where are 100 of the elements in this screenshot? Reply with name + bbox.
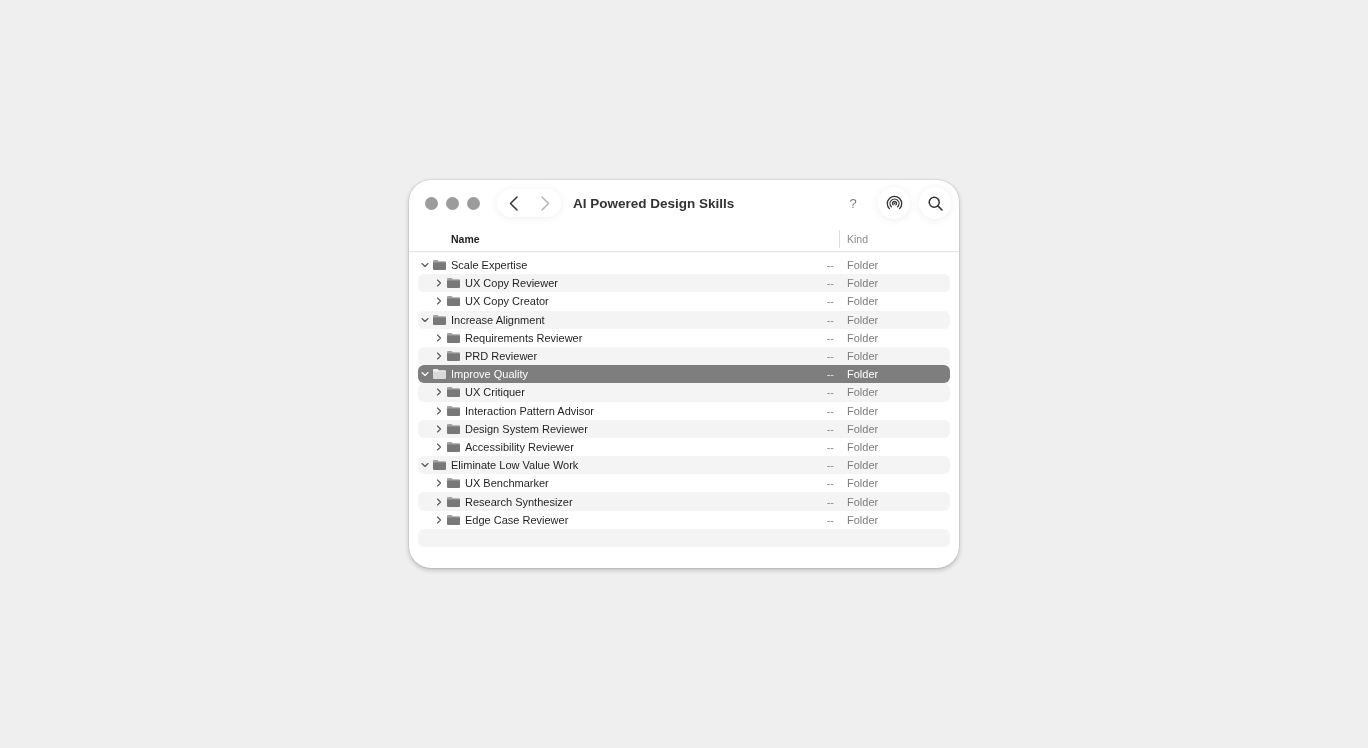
chevron-right-icon[interactable] bbox=[435, 388, 443, 397]
size-value: -- bbox=[825, 477, 834, 490]
folder-icon bbox=[447, 423, 460, 434]
chevron-right-icon[interactable] bbox=[435, 479, 443, 488]
chevron-left-icon bbox=[508, 195, 518, 211]
folder-icon bbox=[447, 332, 460, 343]
kind-label: Folder bbox=[847, 422, 879, 435]
chevron-right-icon[interactable] bbox=[435, 442, 443, 451]
list-row[interactable]: UX Copy Creator -- Folder bbox=[418, 292, 950, 311]
folder-name: UX Copy Creator bbox=[465, 295, 549, 308]
folder-name: UX Copy Reviewer bbox=[465, 277, 558, 290]
size-value: -- bbox=[825, 513, 834, 526]
size-value: -- bbox=[825, 404, 834, 417]
window-title: AI Powered Design Skills bbox=[573, 195, 735, 211]
chevron-down-icon[interactable] bbox=[421, 261, 429, 270]
chevron-right-icon[interactable] bbox=[435, 352, 443, 361]
list-row[interactable]: Improve Quality -- Folder bbox=[418, 365, 950, 384]
broadcast-button[interactable] bbox=[878, 187, 910, 219]
chevron-right-icon[interactable] bbox=[435, 424, 443, 433]
size-value: -- bbox=[825, 459, 834, 472]
list-row[interactable]: Accessibility Reviewer -- Folder bbox=[418, 437, 950, 457]
size-value: -- bbox=[825, 386, 834, 399]
folder-icon bbox=[433, 260, 446, 271]
chevron-right-icon[interactable] bbox=[435, 279, 443, 288]
size-value: -- bbox=[825, 295, 834, 308]
list-row[interactable]: Interaction Pattern Advisor -- Folder bbox=[418, 401, 950, 420]
folder-name: Scale Expertise bbox=[451, 259, 528, 272]
kind-label: Folder bbox=[847, 295, 879, 308]
list-row[interactable]: UX Copy Reviewer -- Folder bbox=[418, 274, 950, 293]
list-row[interactable]: Requirements Reviewer -- Folder bbox=[418, 328, 950, 347]
kind-label: Folder bbox=[847, 440, 879, 453]
kind-label: Folder bbox=[847, 350, 879, 363]
kind-label: Folder bbox=[847, 368, 879, 381]
size-value: -- bbox=[825, 277, 834, 290]
list-row[interactable]: Edge Case Reviewer -- Folder bbox=[418, 510, 950, 529]
folder-name: UX Critiquer bbox=[465, 386, 525, 399]
folder-name: Interaction Pattern Advisor bbox=[465, 404, 594, 417]
folder-name: Research Synthesizer bbox=[465, 495, 573, 508]
folder-name: Improve Quality bbox=[451, 368, 529, 381]
folder-icon bbox=[447, 441, 460, 452]
chevron-down-icon[interactable] bbox=[421, 315, 429, 324]
search-icon bbox=[927, 195, 943, 211]
chevron-right-icon bbox=[540, 195, 550, 211]
list-row[interactable]: UX Critiquer -- Folder bbox=[418, 383, 950, 402]
folder-icon bbox=[447, 351, 460, 362]
minimize-button[interactable] bbox=[446, 196, 459, 210]
size-value: -- bbox=[825, 259, 834, 272]
kind-label: Folder bbox=[847, 477, 879, 490]
list-row[interactable]: Increase Alignment -- Folder bbox=[418, 310, 950, 329]
folder-name: Eliminate Low Value Work bbox=[451, 459, 579, 472]
list-row[interactable]: PRD Reviewer -- Folder bbox=[418, 346, 950, 366]
kind-label: Folder bbox=[847, 495, 879, 508]
folder-name: PRD Reviewer bbox=[465, 350, 538, 363]
chevron-right-icon[interactable] bbox=[435, 406, 443, 415]
folder-icon bbox=[447, 296, 460, 307]
kind-label: Folder bbox=[847, 331, 879, 344]
folder-name: Requirements Reviewer bbox=[465, 331, 583, 344]
list-row[interactable]: Design System Reviewer -- Folder bbox=[418, 419, 950, 438]
kind-label: Folder bbox=[847, 404, 879, 417]
list-row[interactable]: Scale Expertise -- Folder bbox=[418, 256, 950, 275]
size-value: -- bbox=[825, 422, 834, 435]
folder-icon bbox=[447, 387, 460, 398]
chevron-down-icon[interactable] bbox=[421, 461, 429, 470]
search-button[interactable] bbox=[919, 187, 951, 219]
size-value: -- bbox=[825, 331, 834, 344]
chevron-right-icon[interactable] bbox=[435, 297, 443, 306]
kind-label: Folder bbox=[847, 513, 879, 526]
list-row[interactable]: Eliminate Low Value Work -- Folder bbox=[418, 456, 950, 475]
folder-name: Design System Reviewer bbox=[465, 422, 588, 435]
kind-label: Folder bbox=[847, 313, 879, 326]
folder-icon bbox=[447, 496, 460, 507]
chevron-right-icon[interactable] bbox=[435, 515, 443, 524]
folder-name: Increase Alignment bbox=[451, 313, 545, 326]
broadcast-icon bbox=[885, 194, 903, 212]
folder-icon bbox=[447, 514, 460, 525]
folder-icon bbox=[447, 478, 460, 489]
list-row[interactable]: UX Benchmarker -- Folder bbox=[418, 474, 950, 493]
kind-label: Folder bbox=[847, 277, 879, 290]
column-header[interactable]: Name bbox=[451, 232, 480, 245]
size-value: -- bbox=[825, 350, 834, 363]
size-value: -- bbox=[825, 368, 834, 381]
chevron-down-icon[interactable] bbox=[421, 370, 429, 379]
size-value: -- bbox=[825, 495, 834, 508]
list-row[interactable]: Research Synthesizer -- Folder bbox=[418, 492, 950, 511]
close-button[interactable] bbox=[425, 196, 438, 210]
size-value: -- bbox=[825, 440, 834, 453]
folder-icon bbox=[447, 278, 460, 289]
chevron-right-icon[interactable] bbox=[435, 333, 443, 342]
size-value: -- bbox=[825, 313, 834, 326]
folder-name: Accessibility Reviewer bbox=[465, 440, 574, 453]
column-header[interactable]: Kind bbox=[847, 232, 868, 245]
folder-icon bbox=[433, 369, 446, 380]
folder-icon bbox=[447, 405, 460, 416]
kind-label: Folder bbox=[847, 459, 879, 472]
help-button[interactable]: ? bbox=[839, 189, 867, 217]
folder-icon bbox=[433, 314, 446, 325]
folder-icon bbox=[433, 460, 446, 471]
kind-label: Folder bbox=[847, 259, 879, 272]
zoom-button[interactable] bbox=[467, 196, 480, 210]
chevron-right-icon[interactable] bbox=[435, 497, 443, 506]
